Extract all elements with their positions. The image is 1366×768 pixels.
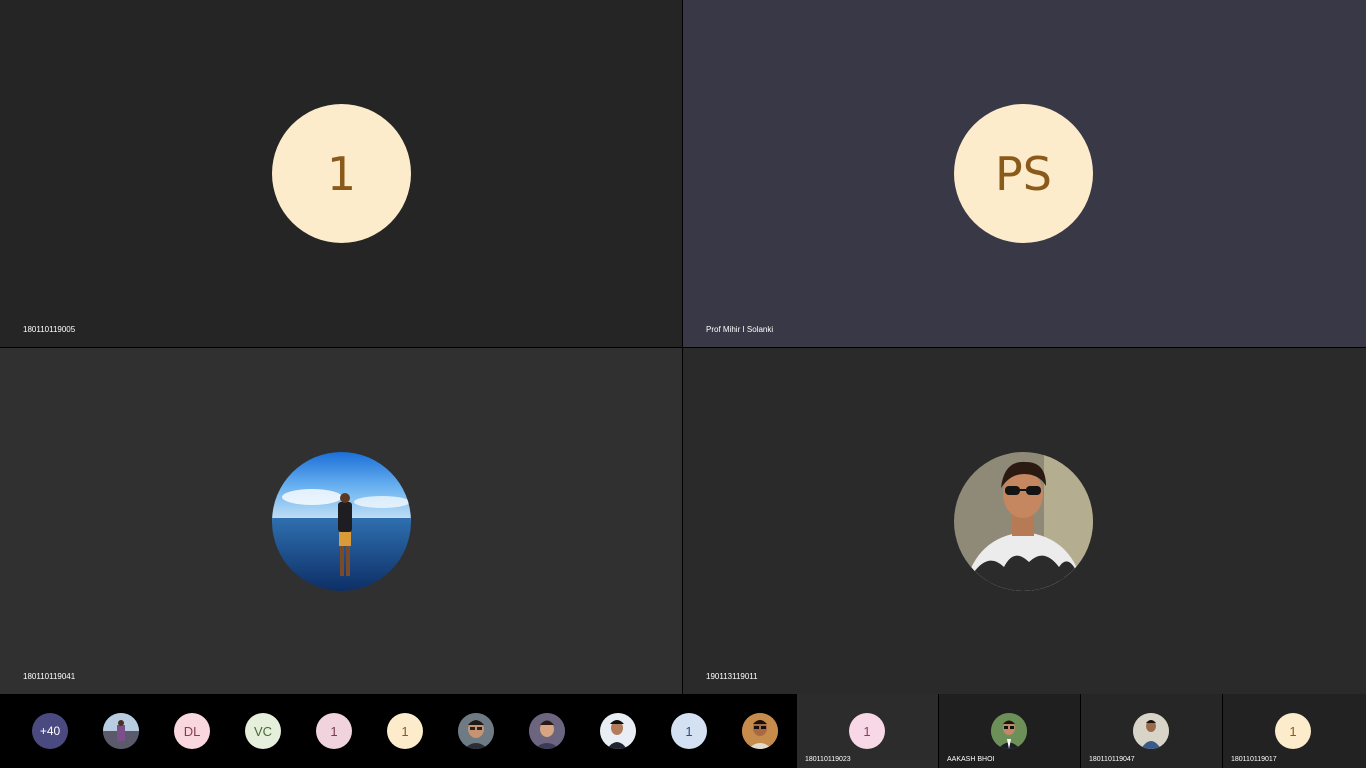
- participant-name: 180110119017: [1231, 756, 1277, 763]
- participant-tile[interactable]: 190113119011: [683, 348, 1366, 694]
- avatar-initials: DL: [183, 723, 201, 739]
- mini-participant-tile[interactable]: 1 180110119017: [1223, 694, 1366, 768]
- portrait-photo-icon: [954, 452, 1093, 591]
- mini-participant-tile[interactable]: 180110119047: [1081, 694, 1222, 768]
- participant-avatar-photo[interactable]: [458, 713, 494, 749]
- participant-avatar-photo[interactable]: [529, 713, 565, 749]
- participant-avatar-photo[interactable]: [103, 713, 139, 749]
- participant-avatar[interactable]: DL: [174, 713, 210, 749]
- avatar-initials: PS: [995, 146, 1052, 201]
- participant-name: AAKASH BHOI: [947, 756, 995, 763]
- person-photo-icon: [458, 713, 494, 749]
- participant-name: 180110119023: [805, 756, 851, 763]
- participant-avatar: 1: [272, 104, 411, 243]
- participant-strip: +40 DL VC 1 1 1 1 180110119023 AAKASH BH…: [0, 694, 1366, 768]
- mini-participant-tile[interactable]: 1 180110119023: [797, 694, 938, 768]
- person-photo-icon: [529, 713, 565, 749]
- person-photo-icon: [600, 713, 636, 749]
- participant-avatar-photo[interactable]: [742, 713, 778, 749]
- participant-photo: [954, 452, 1093, 591]
- avatar-initials: 1: [863, 723, 871, 739]
- more-count: +40: [39, 724, 61, 738]
- person-photo-icon: [991, 713, 1027, 749]
- avatar-initials: 1: [1289, 723, 1297, 739]
- avatar-initials: 1: [401, 723, 409, 739]
- participant-name: 180110119047: [1089, 756, 1135, 763]
- avatar-initials: 1: [326, 146, 357, 201]
- mini-participant-tile[interactable]: AAKASH BHOI: [939, 694, 1080, 768]
- participant-avatar-photo: [1133, 713, 1169, 749]
- participant-avatar[interactable]: 1: [671, 713, 707, 749]
- participant-avatar: PS: [954, 104, 1093, 243]
- participant-avatar[interactable]: VC: [245, 713, 281, 749]
- participant-avatar[interactable]: 1: [387, 713, 423, 749]
- landscape-photo-icon: [103, 713, 139, 749]
- participant-photo: [272, 452, 411, 591]
- participant-tile[interactable]: 1 180110119005: [0, 0, 682, 347]
- participant-name: 190113119011: [706, 672, 758, 681]
- participant-name: Prof Mihir I Solanki: [706, 325, 774, 334]
- person-photo-icon: [1133, 713, 1169, 749]
- participant-avatar-photo: [991, 713, 1027, 749]
- participant-avatar-photo[interactable]: [600, 713, 636, 749]
- participant-tile[interactable]: 180110119041: [0, 348, 682, 694]
- person-photo-icon: [742, 713, 778, 749]
- participant-avatar: 1: [1275, 713, 1311, 749]
- participant-name: 180110119041: [23, 672, 76, 681]
- avatar-initials: 1: [685, 723, 693, 739]
- participant-tile[interactable]: PS Prof Mihir I Solanki: [683, 0, 1366, 347]
- avatar-initials: 1: [330, 723, 338, 739]
- avatar-initials: VC: [253, 723, 273, 739]
- participant-avatar[interactable]: 1: [316, 713, 352, 749]
- more-participants-button[interactable]: +40: [32, 713, 68, 749]
- participant-name: 180110119005: [23, 325, 76, 334]
- beach-photo-icon: [272, 452, 411, 591]
- participant-avatar: 1: [849, 713, 885, 749]
